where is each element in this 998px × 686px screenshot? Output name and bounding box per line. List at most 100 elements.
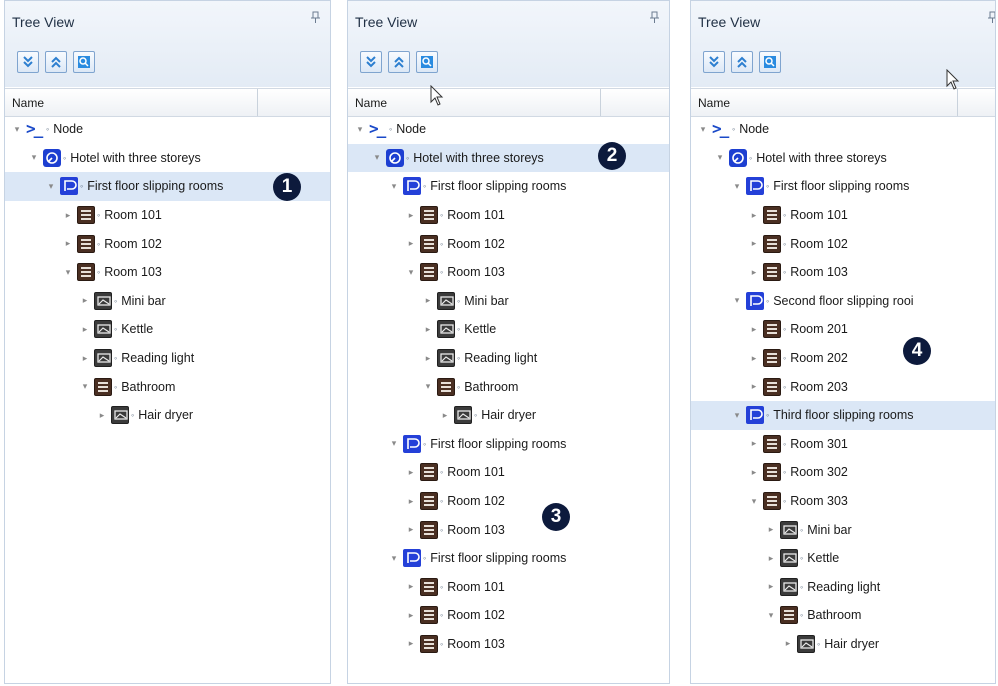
column-divider[interactable] [257, 89, 258, 116]
tree-node[interactable]: ▸ ◦ Room 201 [691, 315, 995, 344]
expand-arrow-icon[interactable]: ▸ [79, 295, 91, 306]
tree-node[interactable]: ▾ ◦ Room 103 [5, 258, 330, 287]
expand-arrow-icon[interactable]: ▸ [439, 410, 451, 421]
collapse-arrow-icon[interactable]: ▾ [62, 267, 74, 278]
expand-arrow-icon[interactable]: ▸ [782, 638, 794, 649]
tree-node[interactable]: ▾ ◦ First floor slipping rooms [348, 430, 669, 459]
collapse-all-button[interactable] [731, 51, 753, 73]
collapse-arrow-icon[interactable]: ▾ [354, 124, 366, 135]
collapse-arrow-icon[interactable]: ▾ [11, 124, 23, 135]
expand-arrow-icon[interactable]: ▸ [405, 210, 417, 221]
tree-node[interactable]: ▾ ◦ Bathroom [691, 601, 995, 630]
tree-node[interactable]: ▸ ◦ Reading light [348, 344, 669, 373]
expand-arrow-icon[interactable]: ▸ [405, 467, 417, 478]
expand-arrow-icon[interactable]: ▸ [748, 267, 760, 278]
collapse-arrow-icon[interactable]: ▾ [388, 438, 400, 449]
expand-arrow-icon[interactable]: ▸ [422, 295, 434, 306]
collapse-arrow-icon[interactable]: ▾ [28, 152, 40, 163]
tree-node[interactable]: ▸ ◦ Mini bar [5, 287, 330, 316]
expand-all-button[interactable] [703, 51, 725, 73]
collapse-arrow-icon[interactable]: ▾ [422, 381, 434, 392]
tree-node[interactable]: ▸ ◦ Room 102 [691, 229, 995, 258]
pin-icon[interactable] [650, 11, 659, 27]
tree-node[interactable]: ▸ ◦ Kettle [5, 315, 330, 344]
collapse-arrow-icon[interactable]: ▾ [765, 610, 777, 621]
expand-arrow-icon[interactable]: ▸ [405, 610, 417, 621]
collapse-arrow-icon[interactable]: ▾ [405, 267, 417, 278]
expand-arrow-icon[interactable]: ▸ [96, 410, 108, 421]
expand-arrow-icon[interactable]: ▸ [748, 353, 760, 364]
tree-node[interactable]: ▸ ◦ Room 103 3 [348, 503, 669, 544]
tree-node[interactable]: ▸ ◦ Mini bar [348, 287, 669, 316]
tree-node[interactable]: ▸ ◦ Room 101 [691, 201, 995, 230]
pin-icon[interactable] [988, 11, 995, 27]
column-header[interactable]: Name [691, 88, 995, 117]
tree-node[interactable]: ▾ ◦ Third floor slipping rooms [691, 400, 995, 430]
expand-arrow-icon[interactable]: ▸ [765, 524, 777, 535]
column-header[interactable]: Name [348, 88, 669, 117]
tree-node[interactable]: ▾ >_ ◦ Node [5, 115, 330, 144]
expand-arrow-icon[interactable]: ▸ [765, 581, 777, 592]
expand-arrow-icon[interactable]: ▸ [62, 238, 74, 249]
expand-arrow-icon[interactable]: ▸ [405, 524, 417, 535]
tree-node[interactable]: ▸ ◦ Hair dryer [691, 630, 995, 659]
expand-arrow-icon[interactable]: ▸ [748, 381, 760, 392]
tree-node[interactable]: ▾ ◦ Room 103 [348, 258, 669, 287]
tree-node[interactable]: ▸ ◦ Room 103 [348, 630, 669, 659]
expand-arrow-icon[interactable]: ▸ [748, 238, 760, 249]
expand-all-button[interactable] [17, 51, 39, 73]
tree-node[interactable]: ▸ ◦ Room 203 [691, 372, 995, 401]
tree-node[interactable]: ▸ ◦ Room 102 [348, 601, 669, 630]
tree-node[interactable]: ▸ ◦ Room 301 [691, 430, 995, 459]
expand-arrow-icon[interactable]: ▸ [405, 496, 417, 507]
locate-button[interactable] [416, 51, 438, 73]
pin-icon[interactable] [311, 11, 320, 27]
tree-node[interactable]: ▸ ◦ Hair dryer [5, 401, 330, 430]
expand-arrow-icon[interactable]: ▸ [405, 638, 417, 649]
tree-node[interactable]: ▾ ◦ Bathroom [348, 372, 669, 401]
collapse-arrow-icon[interactable]: ▾ [371, 152, 383, 163]
expand-arrow-icon[interactable]: ▸ [62, 210, 74, 221]
tree-node[interactable]: ▸ ◦ Room 101 [348, 573, 669, 602]
collapse-arrow-icon[interactable]: ▾ [731, 295, 743, 306]
tree-node[interactable]: ▸ ◦ Reading light [691, 573, 995, 602]
collapse-all-button[interactable] [45, 51, 67, 73]
expand-arrow-icon[interactable]: ▸ [765, 553, 777, 564]
collapse-arrow-icon[interactable]: ▾ [731, 181, 743, 192]
collapse-arrow-icon[interactable]: ▾ [714, 152, 726, 163]
collapse-arrow-icon[interactable]: ▾ [79, 381, 91, 392]
tree-node[interactable]: ▸ ◦ Room 302 [691, 458, 995, 487]
tree-node[interactable]: ▸ ◦ Room 103 [691, 258, 995, 287]
tree-node[interactable]: ▸ ◦ Room 102 [348, 487, 669, 516]
tree-node[interactable]: ▾ ◦ First floor slipping rooms [348, 544, 669, 573]
tree-node[interactable]: ▾ ◦ Hotel with three storeys 2 [348, 141, 669, 173]
locate-button[interactable] [759, 51, 781, 73]
tree-node[interactable]: ▸ ◦ Room 101 [5, 201, 330, 230]
expand-arrow-icon[interactable]: ▸ [748, 324, 760, 335]
expand-arrow-icon[interactable]: ▸ [405, 238, 417, 249]
locate-button[interactable] [73, 51, 95, 73]
collapse-arrow-icon[interactable]: ▾ [388, 181, 400, 192]
tree-node[interactable]: ▸ ◦ Room 101 [348, 458, 669, 487]
tree-node[interactable]: ▾ ◦ First floor slipping rooms [348, 172, 669, 201]
collapse-all-button[interactable] [388, 51, 410, 73]
expand-all-button[interactable] [360, 51, 382, 73]
tree-node[interactable]: ▸ ◦ Room 102 [5, 229, 330, 258]
tree-node[interactable]: ▸ ◦ Reading light [5, 344, 330, 373]
collapse-arrow-icon[interactable]: ▾ [697, 124, 709, 135]
collapse-arrow-icon[interactable]: ▾ [388, 553, 400, 564]
expand-arrow-icon[interactable]: ▸ [422, 353, 434, 364]
expand-arrow-icon[interactable]: ▸ [405, 581, 417, 592]
tree-node[interactable]: ▾ ◦ First floor slipping rooms [691, 172, 995, 201]
tree-node[interactable]: ▾ >_ ◦ Node [691, 115, 995, 144]
expand-arrow-icon[interactable]: ▸ [748, 210, 760, 221]
tree-node[interactable]: ▸ ◦ Kettle [348, 315, 669, 344]
tree-node[interactable]: ▾ ◦ Hotel with three storeys [691, 144, 995, 173]
tree-node[interactable]: ▸ ◦ Kettle [691, 544, 995, 573]
tree-node[interactable]: ▾ ◦ Hotel with three storeys [5, 144, 330, 173]
collapse-arrow-icon[interactable]: ▾ [731, 410, 743, 421]
tree-node[interactable]: ▸ ◦ Room 202 4 [691, 336, 995, 373]
expand-arrow-icon[interactable]: ▸ [79, 353, 91, 364]
expand-arrow-icon[interactable]: ▸ [79, 324, 91, 335]
expand-arrow-icon[interactable]: ▸ [748, 467, 760, 478]
